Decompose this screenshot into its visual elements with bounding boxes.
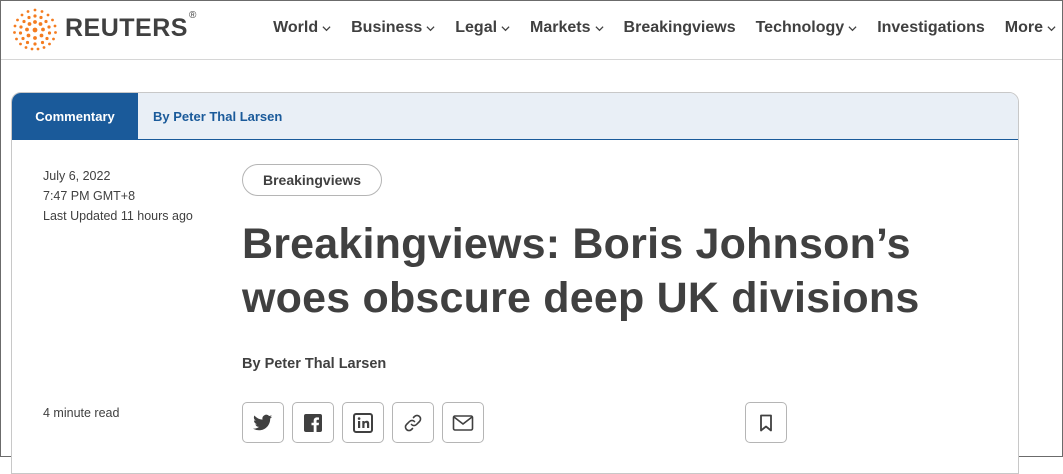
share-twitter-button[interactable] [242, 402, 284, 443]
article-meta: July 6, 2022 7:47 PM GMT+8 Last Updated … [43, 166, 193, 226]
nav-item-breakingviews[interactable]: Breakingviews [624, 19, 736, 37]
main-nav: World Business Legal Markets Breakingvie… [253, 19, 1056, 37]
header-author-link[interactable]: By Peter Thal Larsen [153, 109, 282, 124]
nav-item-label: Business [351, 19, 423, 36]
nav-item-more[interactable]: More [1005, 19, 1056, 37]
chevron-down-icon [848, 25, 857, 31]
linkedin-icon [353, 412, 373, 433]
nav-item-label: Technology [755, 19, 845, 36]
share-email-button[interactable] [442, 402, 484, 443]
share-facebook-button[interactable] [292, 402, 334, 443]
chevron-down-icon [322, 25, 331, 31]
reuters-logo[interactable]: REUTERS® [11, 7, 197, 51]
nav-item-label: Breakingviews [623, 19, 736, 36]
reuters-wordmark: REUTERS® [65, 9, 197, 42]
copy-link-button[interactable] [392, 402, 434, 443]
bookmark-button[interactable] [745, 402, 787, 443]
nav-item-world[interactable]: World [273, 19, 331, 37]
nav-item-label: More [1004, 19, 1043, 36]
nav-item-label: Investigations [877, 19, 985, 36]
email-icon [452, 414, 474, 431]
read-time: 4 minute read [43, 406, 120, 420]
facebook-icon [304, 413, 322, 432]
chevron-down-icon [1047, 25, 1056, 31]
nav-item-markets[interactable]: Markets [530, 19, 604, 37]
link-icon [404, 414, 422, 431]
article-headline: Breakingviews: Boris Johnson’s woes obsc… [242, 220, 920, 322]
reuters-logo-icon [13, 8, 57, 51]
chevron-down-icon [594, 25, 604, 31]
category-tag-breakingviews[interactable]: Breakingviews [242, 164, 383, 196]
nav-item-label: Legal [455, 19, 498, 36]
publish-date: July 6, 2022 [43, 169, 111, 183]
nav-item-business[interactable]: Business [351, 19, 435, 37]
article-header-strip: Commentary By Peter Thal Larsen [12, 93, 1018, 140]
nav-item-technology[interactable]: Technology [756, 19, 858, 37]
section-tag-commentary[interactable]: Commentary [12, 93, 138, 139]
author-byline[interactable]: By Peter Thal Larsen [242, 356, 386, 372]
bookmark-icon [760, 414, 772, 431]
nav-item-investigations[interactable]: Investigations [877, 19, 985, 37]
twitter-icon [253, 414, 273, 430]
nav-item-label: Markets [530, 19, 591, 36]
article-card: Commentary By Peter Thal Larsen July 6, … [11, 92, 1019, 474]
chevron-down-icon [426, 25, 435, 31]
last-updated: Last Updated 11 hours ago [43, 209, 193, 223]
share-toolbar [242, 402, 492, 443]
top-navigation-bar: REUTERS® World Business Legal Markets Br… [1, 1, 1062, 60]
nav-item-legal[interactable]: Legal [455, 19, 510, 37]
share-linkedin-button[interactable] [342, 402, 384, 443]
publish-time: 7:47 PM GMT+8 [43, 189, 136, 203]
nav-item-label: World [273, 19, 319, 36]
chevron-down-icon [501, 25, 510, 31]
